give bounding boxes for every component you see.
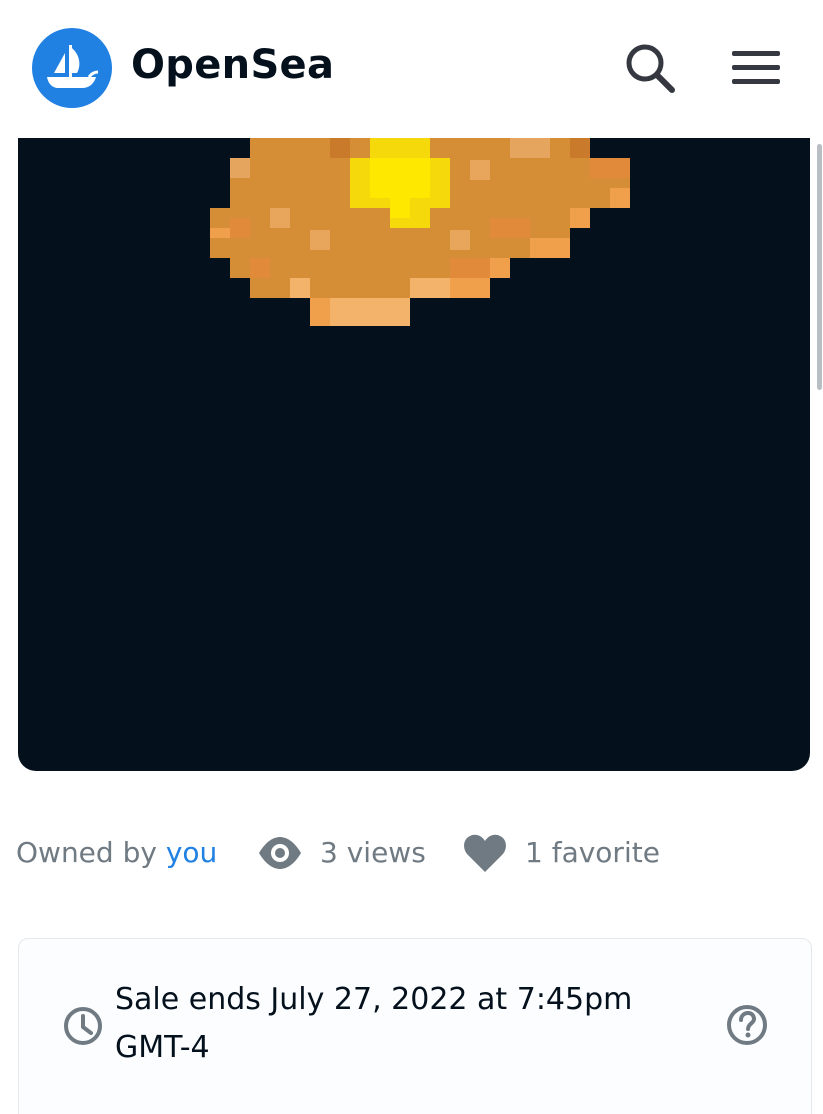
ship-icon [47, 45, 99, 88]
gold-nugget-pixel-art [210, 138, 630, 326]
nft-image[interactable] [18, 138, 810, 771]
hamburger-menu-icon[interactable] [726, 44, 788, 92]
views-count: 3 views [320, 836, 426, 869]
clock-icon [62, 1005, 104, 1051]
owned-prefix: Owned by [16, 836, 157, 869]
heart-icon [463, 833, 507, 880]
favorites-count: 1 favorite [525, 836, 660, 869]
eye-icon [257, 835, 303, 878]
sale-panel: Sale ends July 27, 2022 at 7:45pm GMT-4 [18, 938, 812, 1114]
top-navbar: OpenSea [0, 0, 823, 138]
brand-name[interactable]: OpenSea [131, 42, 334, 88]
owned-by: Owned by you [16, 828, 217, 878]
search-icon[interactable] [620, 40, 680, 96]
scrollbar-thumb[interactable] [817, 144, 822, 390]
item-stats: Owned by you 3 views 1 favorite [16, 828, 796, 878]
help-circle-icon[interactable] [725, 1003, 769, 1051]
nft-item-page: OpenSea Owned by you 3 views 1 favorite … [0, 0, 823, 1114]
opensea-logo-icon[interactable] [32, 28, 112, 108]
sale-end-time: Sale ends July 27, 2022 at 7:45pm GMT-4 [115, 982, 633, 1065]
owner-link[interactable]: you [166, 836, 217, 869]
